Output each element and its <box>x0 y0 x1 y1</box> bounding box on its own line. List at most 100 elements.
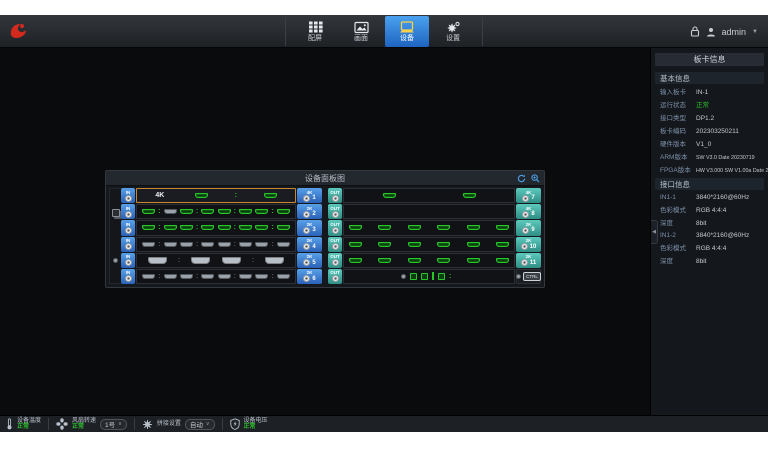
hdmi-port-active[interactable] <box>255 225 268 230</box>
hdmi-port-active[interactable] <box>437 258 450 263</box>
input-slot-badge-3[interactable]: 2K3 <box>297 220 322 235</box>
output-card-3[interactable] <box>343 220 515 235</box>
tab-screen[interactable]: 配屏 <box>293 16 337 47</box>
hdmi-port-active[interactable] <box>467 258 480 263</box>
port-circle-icon[interactable] <box>125 275 132 282</box>
hdmi-port-idle[interactable] <box>142 242 155 247</box>
hdmi-port-active[interactable] <box>239 225 252 230</box>
hdmi-port-active[interactable] <box>437 225 450 230</box>
port-circle-icon[interactable] <box>332 211 339 218</box>
ethernet-port[interactable] <box>421 273 428 280</box>
tab-settings[interactable]: 设置 <box>431 16 475 47</box>
ctrl-chip[interactable]: CTRL <box>523 272 541 281</box>
hdmi-port-idle[interactable] <box>239 242 252 247</box>
port-circle-icon[interactable] <box>332 275 339 282</box>
hdmi-port-active[interactable] <box>467 225 480 230</box>
input-slot-badge-6[interactable]: 2K6 <box>297 269 322 284</box>
hdmi-port-idle[interactable] <box>239 274 252 279</box>
output-card-5[interactable] <box>343 253 515 268</box>
hdmi-port-idle[interactable] <box>164 242 177 247</box>
hdmi-port-active[interactable] <box>378 225 391 230</box>
hdmi-port-idle[interactable] <box>180 242 193 247</box>
output-slot-badge-11[interactable]: 2K11 <box>516 253 541 268</box>
input-card-4[interactable]: :::: <box>136 237 296 252</box>
hdmi-port-active[interactable] <box>201 209 214 214</box>
port-circle-icon[interactable] <box>332 259 339 266</box>
port-circle-icon[interactable] <box>125 259 132 266</box>
input-slot-badge-1[interactable]: 4K1 <box>297 188 322 203</box>
port-circle-icon[interactable] <box>332 243 339 250</box>
tab-device[interactable]: 设备 <box>385 16 429 47</box>
port-circle-icon[interactable] <box>522 211 529 218</box>
hdmi-port-active[interactable] <box>463 193 476 198</box>
status-dropdown[interactable]: 自动∨ <box>185 419 215 430</box>
hdmi-port-idle[interactable] <box>180 274 193 279</box>
output-slot-badge-10[interactable]: 2K10 <box>516 237 541 252</box>
hdmi-port-active[interactable] <box>496 225 509 230</box>
input-card-2[interactable]: :::: <box>136 204 296 219</box>
ethernet-port[interactable] <box>438 273 445 280</box>
port-circle-icon[interactable] <box>125 227 132 234</box>
hdmi-port-active[interactable] <box>408 242 421 247</box>
hdmi-port-idle[interactable] <box>164 209 177 214</box>
port-circle-icon[interactable] <box>125 243 132 250</box>
lock-icon[interactable] <box>690 26 700 37</box>
hdmi-port-active[interactable] <box>255 209 268 214</box>
hdmi-port-active[interactable] <box>496 258 509 263</box>
hdmi-port-active[interactable] <box>383 193 396 198</box>
port-circle-icon[interactable] <box>303 195 310 202</box>
port-circle-icon[interactable] <box>303 227 310 234</box>
hdmi-port-active[interactable] <box>437 242 450 247</box>
input-slot-badge-4[interactable]: 2K4 <box>297 237 322 252</box>
hdmi-port-large[interactable] <box>265 257 284 264</box>
hdmi-port-active[interactable] <box>239 209 252 214</box>
hdmi-port-active[interactable] <box>264 193 277 198</box>
hdmi-port-active[interactable] <box>349 242 362 247</box>
output-card-6[interactable]: : <box>343 269 515 284</box>
hdmi-port-idle[interactable] <box>277 242 290 247</box>
hdmi-port-idle[interactable] <box>218 274 231 279</box>
hdmi-port-large[interactable] <box>148 257 167 264</box>
hdmi-port-active[interactable] <box>201 225 214 230</box>
port-circle-icon[interactable] <box>521 243 528 250</box>
status-dropdown[interactable]: 1号∨ <box>100 419 127 430</box>
hdmi-port-idle[interactable] <box>255 274 268 279</box>
port-circle-icon[interactable] <box>125 195 132 202</box>
hdmi-port-active[interactable] <box>277 209 290 214</box>
hdmi-port-active[interactable] <box>349 258 362 263</box>
hdmi-port-idle[interactable] <box>164 274 177 279</box>
output-card-2[interactable] <box>343 204 515 219</box>
hdmi-port-idle[interactable] <box>201 242 214 247</box>
hdmi-port-idle[interactable] <box>201 274 214 279</box>
hdmi-port-active[interactable] <box>218 209 231 214</box>
ethernet-port[interactable] <box>410 273 417 280</box>
input-card-5[interactable]: :: <box>136 253 296 268</box>
hdmi-port-active[interactable] <box>378 258 391 263</box>
port-circle-icon[interactable] <box>521 259 528 266</box>
input-card-3[interactable]: :::: <box>136 220 296 235</box>
hdmi-port-active[interactable] <box>142 225 155 230</box>
hdmi-port-active[interactable] <box>408 258 421 263</box>
output-slot-badge-8[interactable]: 4K8 <box>516 204 541 219</box>
hdmi-port-idle[interactable] <box>255 242 268 247</box>
output-card-1[interactable] <box>343 188 515 203</box>
hdmi-port-active[interactable] <box>218 225 231 230</box>
input-card-6[interactable]: :::: <box>136 269 296 284</box>
port-circle-icon[interactable] <box>303 211 310 218</box>
port-circle-icon[interactable] <box>303 275 310 282</box>
input-slot-badge-2[interactable]: 2K2 <box>297 204 322 219</box>
hdmi-port-active[interactable] <box>180 209 193 214</box>
hdmi-port-idle[interactable] <box>277 274 290 279</box>
input-slot-badge-5[interactable]: 2K5 <box>297 253 322 268</box>
hdmi-port-active[interactable] <box>142 209 155 214</box>
input-card-1[interactable]: 4K: <box>136 188 296 203</box>
hdmi-port-active[interactable] <box>467 242 480 247</box>
zoom-icon[interactable] <box>531 174 540 183</box>
port-circle-icon[interactable] <box>332 195 339 202</box>
hdmi-port-active[interactable] <box>164 225 177 230</box>
port-circle-icon[interactable] <box>303 243 310 250</box>
hdmi-port-active[interactable] <box>408 225 421 230</box>
user-name[interactable]: admin <box>722 27 747 37</box>
port-circle-icon[interactable] <box>125 211 132 218</box>
hdmi-port-idle[interactable] <box>218 242 231 247</box>
